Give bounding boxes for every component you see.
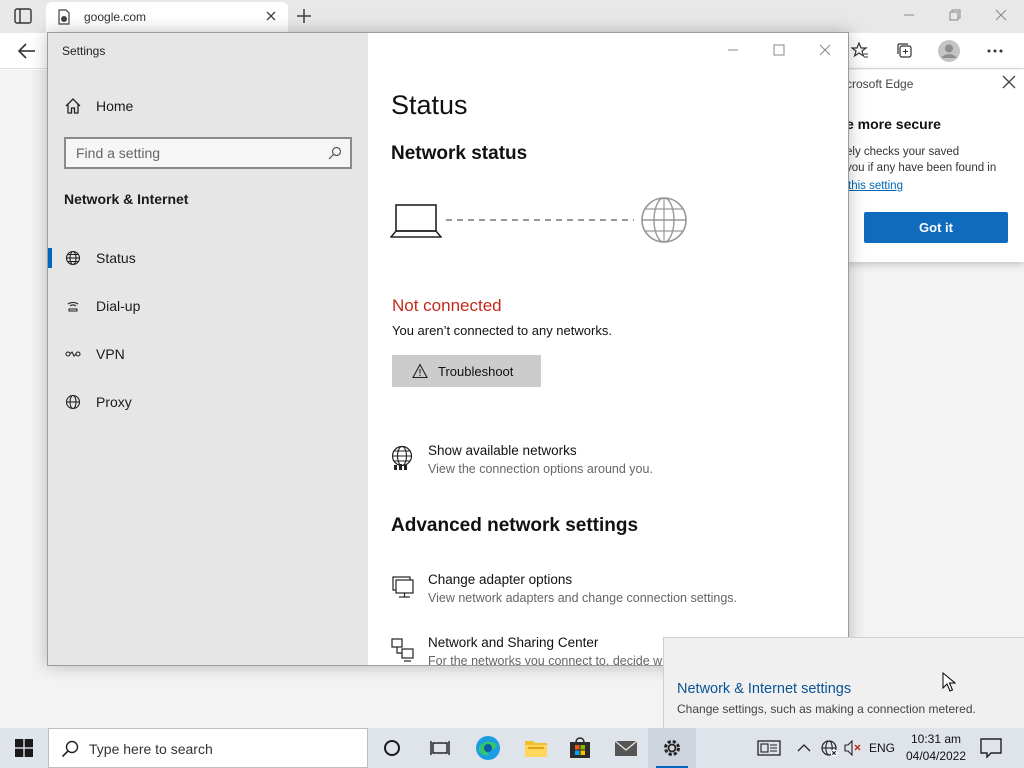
news-widget-icon[interactable] — [752, 728, 786, 768]
change-adapter-options-link[interactable]: Change adapter options View network adap… — [390, 572, 830, 612]
sidebar-item-dial-up[interactable]: Dial-up — [48, 286, 368, 326]
taskbar: Type here to search ENG 10:31 am 04/04/2… — [0, 728, 1024, 768]
settings-window: Settings Home Find a setting Network & I… — [47, 32, 849, 666]
search-icon — [328, 146, 342, 160]
browser-restore-icon[interactable] — [942, 4, 968, 26]
tab-title: google.com — [84, 10, 147, 24]
home-nav-item[interactable]: Home — [64, 94, 264, 118]
sidebar-item-vpn[interactable]: VPN — [48, 334, 368, 374]
network-globe-icon — [391, 445, 413, 470]
popup-settings-link[interactable]: this setting — [848, 180, 903, 192]
windows-logo-icon — [15, 739, 33, 757]
laptop-icon — [390, 204, 442, 238]
clock-time[interactable]: 10:31 am — [910, 732, 962, 746]
page-title: Status — [391, 90, 468, 120]
troubleshoot-button[interactable]: Troubleshoot — [392, 355, 541, 387]
settings-main: Status Network status Not connected You … — [368, 33, 848, 665]
home-label: Home — [96, 98, 134, 114]
chevron-up-icon[interactable] — [794, 728, 814, 768]
popup-close-icon[interactable] — [1000, 73, 1018, 91]
section-title: Network & Internet — [64, 191, 189, 207]
show-networks-description: View the connection options around you. — [428, 462, 653, 476]
settings-sidebar: Settings Home Find a setting Network & I… — [48, 33, 368, 665]
troubleshoot-label: Troubleshoot — [438, 363, 514, 379]
sidebar-item-label: Proxy — [96, 394, 132, 410]
got-it-button[interactable]: Got it — [864, 212, 1008, 243]
search-placeholder: Find a setting — [76, 145, 161, 161]
search-icon — [61, 740, 79, 758]
network-internet-settings-link[interactable]: Network & Internet settings — [677, 681, 851, 697]
action-center-icon[interactable] — [978, 736, 1004, 760]
start-button[interactable] — [0, 728, 48, 768]
browser-tab[interactable]: google.com — [46, 2, 288, 33]
sharing-center-title: Network and Sharing Center — [428, 635, 599, 650]
close-tab-icon[interactable] — [264, 9, 278, 23]
popup-header: crosoft Edge — [846, 77, 914, 91]
clock-date[interactable]: 04/04/2022 — [903, 749, 969, 763]
network-tray-icon[interactable] — [818, 728, 840, 768]
find-setting-input[interactable]: Find a setting — [64, 137, 352, 169]
advanced-network-heading: Advanced network settings — [391, 515, 639, 536]
network-flyout: Network & Internet settings Change setti… — [663, 637, 1024, 728]
internet-globe-icon — [641, 197, 687, 243]
cortana-icon[interactable] — [368, 728, 416, 768]
connection-status-description: You aren’t connected to any networks. — [392, 323, 612, 338]
change-adapter-description: View network adapters and change connect… — [428, 591, 737, 605]
home-icon — [65, 98, 81, 114]
volume-muted-icon[interactable] — [842, 728, 864, 768]
sharing-center-description: For the networks you connect to, decide … — [428, 654, 663, 666]
sidebar-item-proxy[interactable]: Proxy — [48, 382, 368, 422]
store-icon[interactable] — [556, 728, 604, 768]
back-arrow-icon[interactable] — [16, 41, 38, 61]
globe-icon — [64, 393, 82, 411]
collections-icon[interactable] — [894, 40, 916, 62]
network-status-heading: Network status — [391, 143, 528, 164]
tab-actions-icon[interactable] — [14, 8, 32, 24]
browser-close-icon[interactable] — [988, 4, 1014, 26]
vpn-icon — [64, 345, 82, 363]
settings-taskbar-icon[interactable] — [648, 728, 696, 768]
task-view-icon[interactable] — [416, 728, 464, 768]
taskbar-search-box[interactable]: Type here to search — [48, 728, 368, 768]
mail-icon[interactable] — [602, 728, 650, 768]
popup-body-line2: you if any have been found in — [846, 162, 997, 174]
globe-icon — [64, 249, 82, 267]
sidebar-item-label: Status — [96, 250, 136, 266]
popup-title: e more secure — [846, 116, 941, 132]
sharing-center-icon — [391, 638, 414, 662]
popup-body-line1: ely checks your saved — [846, 146, 960, 158]
taskbar-search-placeholder: Type here to search — [89, 741, 213, 757]
sidebar-item-status[interactable]: Status — [48, 238, 368, 278]
warning-icon — [412, 363, 428, 379]
new-tab-icon[interactable] — [294, 6, 314, 26]
show-available-networks-link[interactable]: Show available networks View the connect… — [390, 443, 830, 483]
edge-browser-icon[interactable] — [464, 728, 512, 768]
dialup-icon — [64, 297, 82, 315]
connection-status: Not connected — [392, 296, 502, 315]
browser-tab-bar: google.com — [0, 0, 1024, 33]
site-favicon-icon — [58, 9, 70, 25]
connection-line — [446, 219, 634, 221]
edge-password-popup: crosoft Edge e more secure ely checks yo… — [846, 70, 1024, 262]
sidebar-item-label: VPN — [96, 346, 125, 362]
sidebar-item-label: Dial-up — [96, 298, 141, 314]
change-adapter-title: Change adapter options — [428, 572, 573, 587]
file-explorer-icon[interactable] — [512, 728, 560, 768]
favorites-icon[interactable] — [849, 40, 871, 62]
flyout-description: Change settings, such as making a connec… — [677, 702, 976, 716]
show-networks-title: Show available networks — [428, 443, 577, 458]
browser-minimize-icon[interactable] — [896, 4, 922, 26]
profile-avatar[interactable] — [938, 40, 960, 62]
mouse-cursor-icon — [942, 672, 956, 692]
adapter-icon — [392, 576, 414, 598]
app-title: Settings — [62, 44, 106, 58]
input-language[interactable]: ENG — [869, 741, 895, 755]
more-options-icon[interactable] — [984, 40, 1006, 62]
